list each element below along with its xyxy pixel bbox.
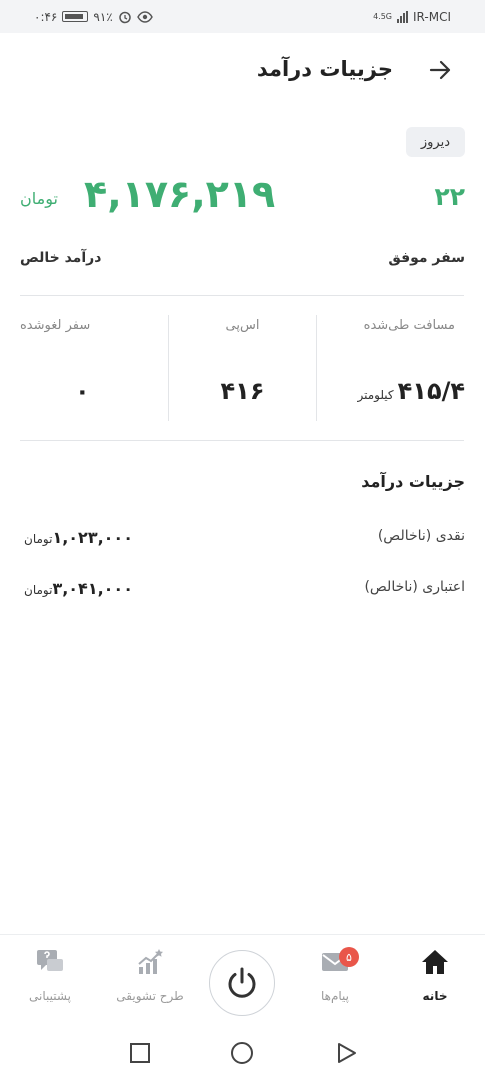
divider (20, 295, 464, 296)
eye-icon (136, 10, 153, 23)
trip-stats: مسافت طی‌شده ۴۱۵/۴کیلومتر اس‌پی ۴۱۶ سفر … (20, 315, 465, 421)
home-icon (422, 950, 448, 974)
back-button[interactable] (425, 55, 455, 85)
nav-incentive-label: طرح تشویقی (116, 989, 184, 1003)
detail-value: ۳,۰۴۱,۰۰۰تومان (20, 579, 133, 598)
page-title: جزییات درآمد (256, 57, 393, 81)
cash-unit: تومان (24, 532, 53, 546)
net-income-unit: تومان (20, 189, 58, 208)
stat-value: ۴۱۵/۴کیلومتر (317, 377, 465, 405)
nav-icon-wrap: ۵ (290, 945, 380, 979)
signal-icon (397, 10, 408, 23)
home-system-button[interactable] (229, 1040, 255, 1066)
successful-trips-count: ۲۲ (434, 182, 465, 211)
stat-sp: اس‌پی ۴۱۶ (169, 315, 318, 421)
incentive-chart-icon (138, 949, 163, 974)
status-left: ۰:۴۶ ۹۱٪ (34, 10, 153, 24)
nav-icon-wrap (5, 945, 95, 979)
credit-amount: ۳,۰۴۱,۰۰۰ (52, 579, 133, 598)
stat-label: اس‌پی (225, 318, 260, 333)
nav-icon-wrap (390, 945, 480, 979)
detail-row-cash: نقدی (ناخالص) ۱,۰۲۳,۰۰۰تومان (20, 528, 465, 552)
nav-home-label: خانه (422, 989, 448, 1003)
nav-icon-wrap (105, 945, 195, 979)
stat-label: سفر لغوشده (19, 318, 91, 333)
stat-cancelled: سفر لغوشده ۰ (20, 315, 169, 421)
triangle-back-icon (338, 1043, 356, 1063)
status-bar: ۰:۴۶ ۹۱٪ 4.5G IR-MCI (0, 0, 485, 33)
page-header: جزییات درآمد (0, 33, 485, 109)
nav-messages-label: پیام‌ها (320, 989, 350, 1003)
square-icon (130, 1043, 150, 1063)
alarm-icon (118, 11, 131, 23)
net-income-label: درآمد خالص (20, 250, 102, 266)
circle-icon (231, 1042, 253, 1064)
nav-messages[interactable]: ۵ پیام‌ها (290, 945, 380, 1015)
carrier-name: IR-MCI (413, 9, 451, 24)
arrow-right-icon (429, 60, 451, 80)
status-battery: ۹۱٪ (93, 9, 113, 24)
distance-unit: کیلومتر (357, 388, 394, 402)
detail-label: اعتباری (ناخالص) (364, 579, 465, 595)
network-type: 4.5G (373, 12, 392, 21)
stat-distance: مسافت طی‌شده ۴۱۵/۴کیلومتر (317, 315, 465, 421)
date-filter-chip[interactable]: دیروز (405, 127, 465, 157)
recent-apps-button[interactable] (127, 1040, 153, 1066)
net-income-amount: ۴,۱۷۶,۲۱۹ (84, 172, 276, 216)
messages-badge: ۵ (339, 947, 359, 967)
credit-unit: تومان (24, 583, 53, 597)
cancelled-value: ۰ (74, 377, 90, 405)
successful-trips-label: سفر موفق (388, 250, 465, 266)
status-right: 4.5G IR-MCI (373, 10, 451, 24)
nav-support[interactable]: پشتیبانی (5, 945, 95, 1015)
income-summary: ۲۲ ۴,۱۷۶,۲۱۹ تومان (20, 172, 465, 227)
online-toggle-button[interactable] (209, 950, 275, 1016)
bottom-nav: خانه ۵ پیام‌ها طرح تشویقی پشتیبانی (0, 934, 485, 1024)
detail-row-credit: اعتباری (ناخالص) ۳,۰۴۱,۰۰۰تومان (20, 579, 465, 603)
nav-home[interactable]: خانه (390, 945, 480, 1015)
sp-value: ۴۱۶ (220, 377, 265, 405)
back-system-button[interactable] (333, 1040, 359, 1066)
power-icon (228, 967, 256, 998)
detail-value: ۱,۰۲۳,۰۰۰تومان (20, 528, 133, 547)
nav-support-label: پشتیبانی (29, 989, 71, 1003)
battery-icon (62, 11, 89, 22)
distance-value: ۴۱۵/۴ (397, 377, 465, 405)
status-time: ۰:۴۶ (34, 9, 58, 24)
stat-label: مسافت طی‌شده (363, 318, 455, 333)
system-nav-bar (0, 1024, 485, 1080)
nav-incentive[interactable]: طرح تشویقی (105, 945, 195, 1015)
support-chat-icon (37, 950, 63, 971)
cash-amount: ۱,۰۲۳,۰۰۰ (52, 528, 133, 547)
divider (20, 440, 464, 441)
details-title: جزییات درآمد (361, 472, 465, 491)
detail-label: نقدی (ناخالص) (377, 528, 465, 544)
